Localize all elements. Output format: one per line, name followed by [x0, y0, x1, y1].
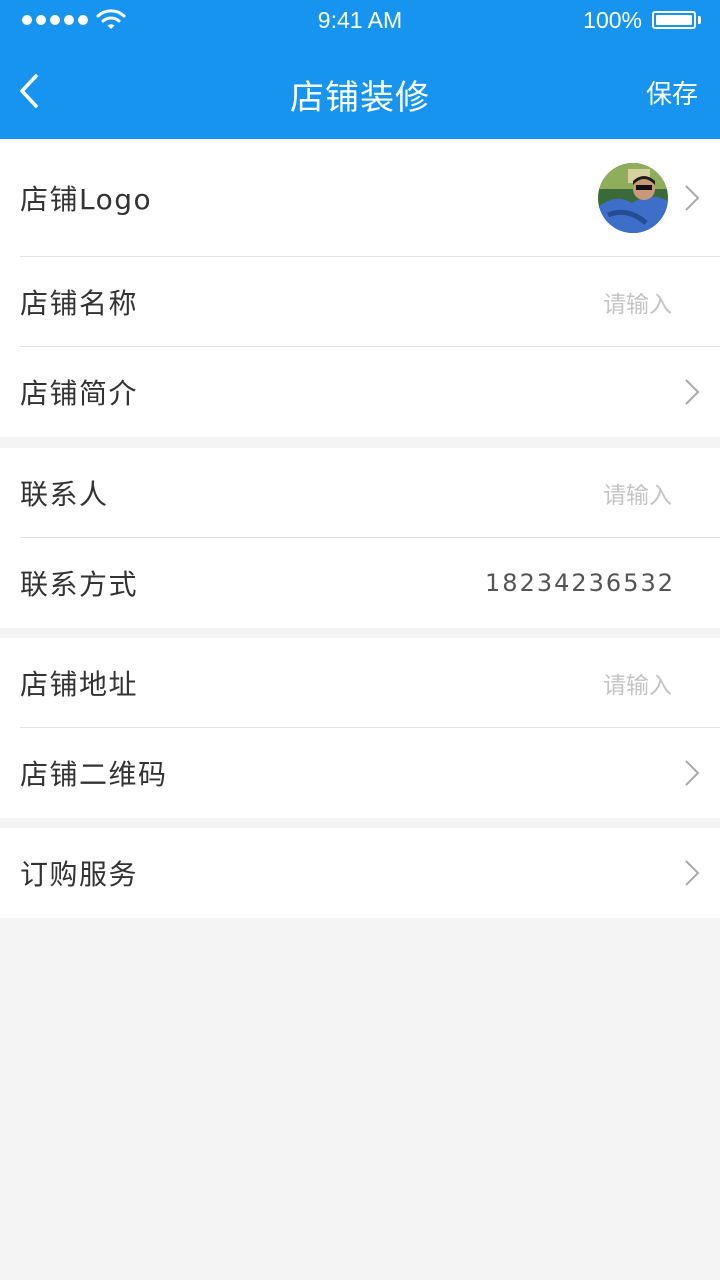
- row-shop-logo[interactable]: 店铺Logo: [0, 139, 720, 257]
- shop-name-input[interactable]: 请输入: [603, 285, 672, 319]
- chevron-right-icon: [685, 760, 700, 786]
- chevron-right-icon: [685, 185, 700, 211]
- service-group: 订购服务: [0, 828, 720, 918]
- row-label: 订购服务: [20, 858, 139, 891]
- row-label: 店铺简介: [20, 377, 139, 410]
- contact-method-input[interactable]: 18234236532: [485, 569, 675, 597]
- row-shop-intro[interactable]: 店铺简介: [0, 347, 720, 437]
- row-label: 联系方式: [20, 568, 139, 601]
- row-label: 联系人: [20, 478, 109, 511]
- chevron-right-icon: [685, 379, 700, 405]
- status-bar: 9:41 AM 100%: [0, 0, 720, 40]
- row-label: 店铺Logo: [20, 183, 153, 216]
- battery-percent: 100%: [583, 7, 642, 33]
- contact-group: 联系人 请输入 联系方式 18234236532: [0, 448, 720, 628]
- save-button[interactable]: 保存: [646, 74, 698, 111]
- row-label: 店铺地址: [20, 668, 139, 701]
- battery-icon: [652, 11, 696, 29]
- contact-person-input[interactable]: 请输入: [603, 476, 672, 510]
- row-contact-method[interactable]: 联系方式 18234236532: [0, 538, 720, 628]
- row-shop-name[interactable]: 店铺名称 请输入: [0, 257, 720, 347]
- shop-logo-avatar: [598, 163, 668, 233]
- chevron-right-icon: [685, 860, 700, 886]
- nav-bar: 店铺装修 保存: [0, 40, 720, 139]
- battery-cap: [698, 16, 701, 24]
- row-label: 店铺二维码: [20, 758, 168, 791]
- row-subscribe-service[interactable]: 订购服务: [0, 828, 720, 918]
- row-shop-address[interactable]: 店铺地址 请输入: [0, 638, 720, 728]
- address-group: 店铺地址 请输入 店铺二维码: [0, 638, 720, 818]
- row-shop-qr-code[interactable]: 店铺二维码: [0, 728, 720, 818]
- row-label: 店铺名称: [20, 287, 139, 320]
- shop-address-input[interactable]: 请输入: [603, 666, 672, 700]
- row-contact-person[interactable]: 联系人 请输入: [0, 448, 720, 538]
- page-title: 店铺装修: [290, 78, 430, 118]
- shop-info-group: 店铺Logo 店铺名称 请输入 店铺简介: [0, 139, 720, 437]
